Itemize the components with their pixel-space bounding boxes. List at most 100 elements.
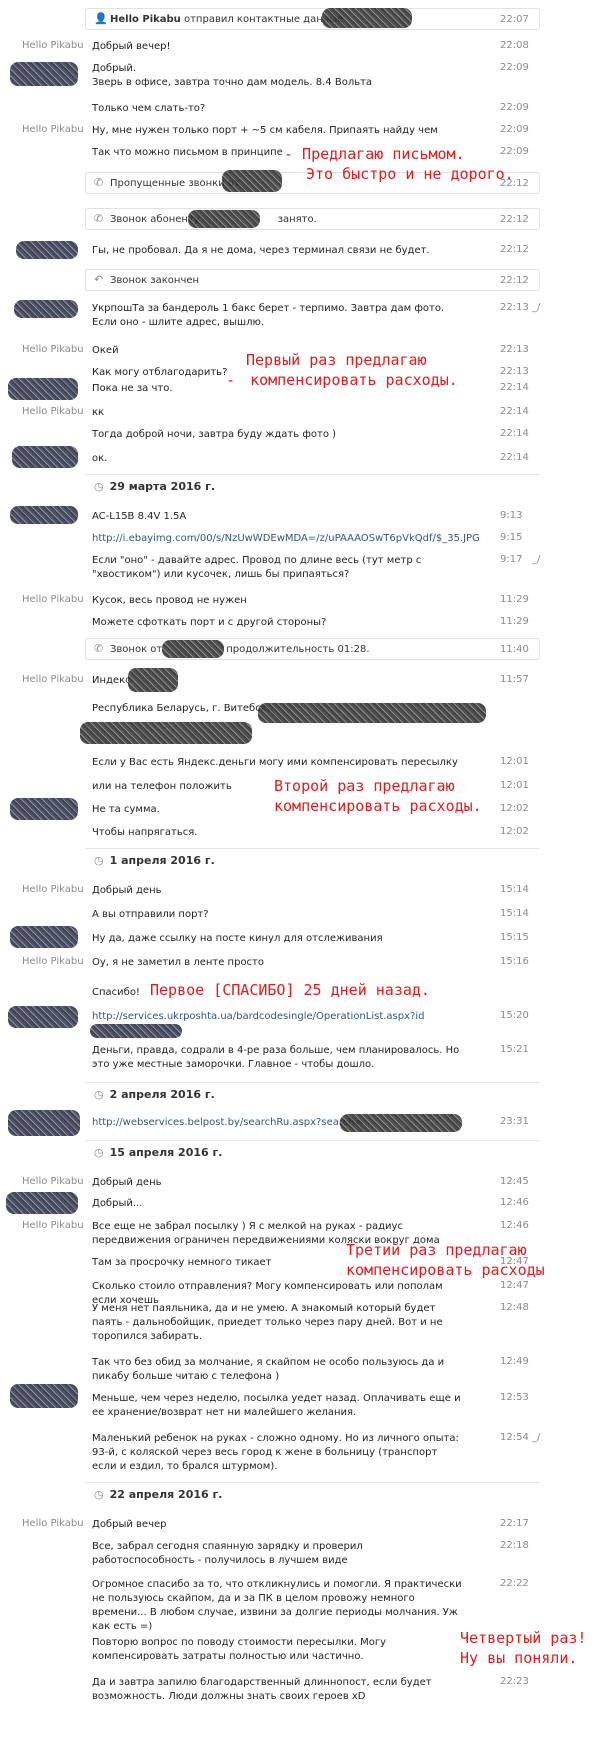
redacted-blur <box>162 640 224 658</box>
message-text: Повторю вопрос по поводу стоимости перес… <box>92 1637 387 1662</box>
message-time: 22:13 <box>500 366 529 377</box>
sender-name: Hello Pikabu <box>22 1176 84 1187</box>
message-time: 9:13 <box>500 510 523 521</box>
message-time: 22:12 <box>500 214 529 225</box>
message-text: Так что без обид за молчание, я скайпом … <box>92 1357 445 1382</box>
message-text: УкрпошТа за бандероль 1 бакс берет - тер… <box>92 303 445 328</box>
message-time: 11:29 <box>500 616 529 627</box>
message-time: 12:53 <box>500 1392 529 1403</box>
sender-name: Hello Pikabu <box>22 956 84 967</box>
message-text: Все, забрал сегодня спаянную зарядку и п… <box>92 1541 363 1566</box>
date-header: ◷ 2 апреля 2016 г. <box>94 1088 215 1101</box>
message-text: Можете сфоткать порт и с другой стороны? <box>92 617 327 628</box>
phone-icon: ✆ <box>94 212 104 225</box>
message-time: 11:29 <box>500 594 529 605</box>
avatar-blur <box>12 446 78 468</box>
avatar-blur <box>10 1384 78 1408</box>
annotation: Четвертый раз! Ну вы поняли. <box>460 1629 587 1667</box>
date-text: 1 апреля 2016 г. <box>109 854 215 867</box>
system-message-call-ended: ↶ Звонок закончен 22:12 <box>85 269 540 291</box>
message-time: 15:16 <box>500 956 529 967</box>
date-text: 15 апреля 2016 г. <box>109 1146 223 1159</box>
phone-icon: ✆ <box>94 642 104 655</box>
message-text: ок. <box>92 453 108 464</box>
message-time: 22:14 <box>500 382 529 393</box>
message-text: А вы отправили порт? <box>92 909 209 920</box>
clock-icon: ◷ <box>94 854 104 867</box>
message-time: 15:20 <box>500 1010 529 1021</box>
message-text: Огромное спасибо за то, что откликнулись… <box>92 1579 462 1632</box>
date-divider-line <box>85 474 540 475</box>
message-time: 15:21 <box>500 1044 529 1055</box>
message-text: кк <box>92 407 105 418</box>
message-time: 22:13 <box>500 344 529 355</box>
message-text: Добрый вечер <box>92 1519 167 1530</box>
message-time: 12:01 <box>500 756 529 767</box>
edited-icon: _/ <box>532 1432 541 1443</box>
message-text: Маленький ребенок на руках - сложно одно… <box>92 1433 459 1472</box>
message-text: Добрый... <box>92 1198 143 1209</box>
message-text: Только чем слать-то? <box>92 103 206 114</box>
message-text: Добрый вечер! <box>92 41 171 52</box>
clock-icon: ◷ <box>94 1088 104 1101</box>
message-time: 12:02 <box>500 803 529 814</box>
message-time: 15:15 <box>500 932 529 943</box>
redacted-blur <box>90 1024 182 1038</box>
system-message-contact: 👤 Hello Pikabu отправил контактные данны… <box>85 8 540 30</box>
message-time: 9:15 <box>500 532 523 543</box>
message-time: 22:22 <box>500 1578 529 1589</box>
message-text: Звонок от <box>110 644 163 655</box>
redacted-blur <box>188 210 260 228</box>
message-text: Добрый день <box>92 1177 162 1188</box>
user-icon: 👤 <box>94 12 108 25</box>
redacted-blur <box>322 8 412 28</box>
message-time: 22:12 <box>500 244 529 255</box>
phone-icon: ✆ <box>94 176 104 189</box>
message-link[interactable]: http://i.ebayimg.com/00/s/NzUwWDEwMDA=/z… <box>92 532 512 546</box>
message-time: 22:08 <box>500 40 529 51</box>
message-time: 15:14 <box>500 908 529 919</box>
message-time: 12:01 <box>500 780 529 791</box>
sender-name: Hello Pikabu <box>22 406 84 417</box>
message-text: Ну, мне нужен только порт + ~5 см кабеля… <box>92 125 438 136</box>
message-time: 12:46 <box>500 1220 529 1231</box>
message-time: 23:31 <box>500 1116 529 1127</box>
message-text-2: продолжительность 01:28. <box>226 644 370 655</box>
message-text: отправил контактные данные <box>183 14 344 25</box>
message-text: Оу, я не заметил в ленте просто <box>92 957 265 968</box>
system-message-call-busy: ✆ Звонок абоненту занято. 22:12 <box>85 208 540 230</box>
message-time: 12:46 <box>500 1197 529 1208</box>
message-text: Деньги, правда, содрали в 4-ре раза боль… <box>92 1045 460 1070</box>
avatar-blur <box>8 378 78 400</box>
message-text: Звонок закончен <box>110 275 200 286</box>
message-text: Пропущенные звонки от <box>110 178 240 189</box>
message-time: 22:09 <box>500 102 529 113</box>
sender-name: Hello Pikabu <box>22 594 84 605</box>
avatar-blur <box>10 798 78 820</box>
message-text: Добрый день <box>92 885 162 896</box>
message-time: 12:48 <box>500 1302 529 1313</box>
message-time: 22:17 <box>500 1518 529 1529</box>
annotation: - Предлагаю письмом. Это быстро и не доро… <box>284 145 514 183</box>
message-time: 22:09 <box>500 62 529 73</box>
sender-name: Hello Pikabu <box>22 1220 84 1231</box>
message-time: 12:49 <box>500 1356 529 1367</box>
message-text-2: занято. <box>277 214 317 225</box>
message-time: 12:45 <box>500 1176 529 1187</box>
date-header: ◷ 22 апреля 2016 г. <box>94 1488 222 1501</box>
message-time: 9:17 <box>500 554 523 565</box>
message-text: Да и завтра запилю благодарственный длин… <box>92 1677 432 1702</box>
sender-name: Hello Pikabu <box>22 40 84 51</box>
sender-name: Hello Pikabu <box>22 674 84 685</box>
sender-name: Hello Pikabu <box>22 1518 84 1529</box>
message-time: 22:23 <box>500 1676 529 1687</box>
avatar-blur <box>14 300 78 318</box>
redacted-blur <box>340 1114 462 1132</box>
message-text: Добрый. Зверь в офисе, завтра точно дам … <box>92 63 373 88</box>
message-link[interactable]: http://services.ukrposhta.ua/bardcodesin… <box>92 1010 472 1024</box>
message-time: 12:47 <box>500 1280 529 1291</box>
message-time: 22:14 <box>500 452 529 463</box>
redacted-blur <box>128 668 178 692</box>
message-time: 11:40 <box>500 644 529 655</box>
avatar-blur <box>8 1110 80 1136</box>
